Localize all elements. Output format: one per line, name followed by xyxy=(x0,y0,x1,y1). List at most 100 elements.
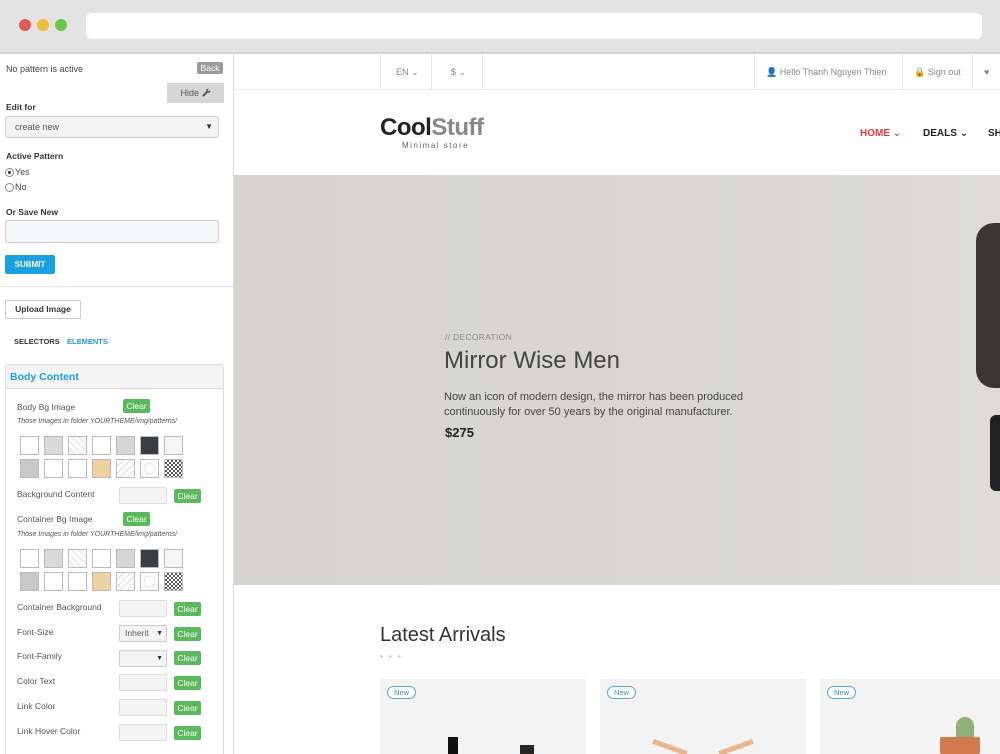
maximize-window-icon[interactable] xyxy=(55,19,67,31)
font-size-select[interactable]: Inherit ▼ xyxy=(119,625,167,642)
pattern-swatch[interactable] xyxy=(44,436,63,455)
product-card[interactable]: New xyxy=(600,679,806,754)
clear-font-family-button[interactable]: Clear xyxy=(174,651,201,665)
save-new-label: Or Save New xyxy=(6,207,58,217)
hide-label: Hide xyxy=(180,88,199,98)
color-text-label: Color Text xyxy=(17,676,56,686)
hide-button[interactable]: Hide xyxy=(167,83,224,103)
pattern-swatch[interactable] xyxy=(20,549,39,568)
font-family-select[interactable]: ▼ xyxy=(119,650,167,667)
clear-color-text-button[interactable]: Clear xyxy=(174,676,201,690)
product-image xyxy=(652,738,688,754)
radio-unchecked-icon[interactable] xyxy=(5,182,14,192)
pattern-swatch[interactable] xyxy=(20,572,39,591)
lock-icon: 🔒 xyxy=(914,67,926,77)
product-image xyxy=(448,737,458,754)
nav-home[interactable]: HOME ⌄ xyxy=(860,128,901,139)
mirror-image xyxy=(976,223,1000,388)
product-image xyxy=(520,745,534,754)
color-text-field[interactable] xyxy=(119,674,167,691)
pattern-swatch[interactable] xyxy=(140,459,159,478)
product-card[interactable]: New xyxy=(820,679,1000,754)
browser-chrome xyxy=(0,0,1000,53)
pattern-swatch[interactable] xyxy=(92,572,111,591)
radio-no[interactable]: No xyxy=(5,182,27,192)
plant-pot-image xyxy=(940,737,980,754)
greeting-text: Hello Thanh Nguyen Thien xyxy=(779,67,887,77)
pattern-swatch[interactable] xyxy=(68,572,87,591)
language-dropdown[interactable]: EN ⌄ xyxy=(396,67,419,78)
pattern-swatch[interactable] xyxy=(140,549,159,568)
wrench-icon xyxy=(201,88,210,97)
top-bar: EN ⌄ $ ⌄ 👤 Hello Thanh Nguyen Thien 🔒 Si… xyxy=(234,54,1000,90)
pattern-swatch[interactable] xyxy=(44,549,63,568)
tab-selectors[interactable]: SELECTORS xyxy=(14,337,60,346)
pattern-swatch[interactable] xyxy=(140,436,159,455)
pattern-swatch[interactable] xyxy=(164,459,183,478)
pattern-swatch[interactable] xyxy=(116,572,135,591)
upload-image-button[interactable]: Upload Image xyxy=(5,300,81,319)
radio-checked-icon[interactable] xyxy=(5,167,14,177)
pattern-swatch[interactable] xyxy=(164,549,183,568)
pattern-swatch[interactable] xyxy=(116,436,135,455)
user-icon: 👤 xyxy=(766,67,778,77)
signout-link[interactable]: 🔒 Sign out xyxy=(914,67,961,78)
pattern-swatch[interactable] xyxy=(164,436,183,455)
pattern-swatch[interactable] xyxy=(92,549,111,568)
product-image xyxy=(718,738,754,754)
tab-elements[interactable]: ELEMENTS xyxy=(67,337,108,346)
link-hover-color-label: Link Hover Color xyxy=(17,726,81,736)
clear-container-bg-button[interactable]: Clear xyxy=(123,512,150,526)
pattern-swatch[interactable] xyxy=(20,436,39,455)
close-window-icon[interactable] xyxy=(19,19,31,31)
background-content-field[interactable] xyxy=(119,487,167,504)
clear-font-size-button[interactable]: Clear xyxy=(174,627,201,641)
nav-deals[interactable]: DEALS ⌄ xyxy=(923,128,968,139)
minimize-window-icon[interactable] xyxy=(37,19,49,31)
clear-body-bg-button[interactable]: Clear xyxy=(123,399,150,413)
chevron-down-icon: ⌄ xyxy=(959,128,969,139)
hero-description: Now an icon of modern design, the mirror… xyxy=(444,391,744,418)
clear-background-content-button[interactable]: Clear xyxy=(174,489,201,503)
pattern-swatch[interactable] xyxy=(92,459,111,478)
pattern-swatch[interactable] xyxy=(44,572,63,591)
hero-banner: // DECORATION Mirror Wise Men Now an ico… xyxy=(234,175,1000,585)
pattern-swatch[interactable] xyxy=(68,459,87,478)
edit-for-select[interactable]: create new ▼ xyxy=(5,116,219,138)
body-content-card: Body Content Body Bg Image Clear Those I… xyxy=(5,364,224,754)
radio-yes[interactable]: Yes xyxy=(5,167,30,177)
pattern-swatch[interactable] xyxy=(116,549,135,568)
separator xyxy=(380,54,381,90)
heart-icon[interactable]: ♥ xyxy=(984,67,989,77)
pattern-swatch[interactable] xyxy=(44,459,63,478)
new-badge: New xyxy=(827,686,857,699)
site-logo[interactable]: CoolStuff Minimal store xyxy=(380,116,484,151)
clear-link-hover-color-button[interactable]: Clear xyxy=(174,726,201,740)
pattern-swatch[interactable] xyxy=(68,549,87,568)
pattern-swatch[interactable] xyxy=(68,436,87,455)
container-background-field[interactable] xyxy=(119,600,167,617)
address-bar[interactable] xyxy=(86,13,982,39)
link-color-field[interactable] xyxy=(119,699,167,716)
currency-value: $ xyxy=(451,67,457,77)
body-content-title[interactable]: Body Content xyxy=(6,365,223,389)
pattern-swatch[interactable] xyxy=(140,572,159,591)
product-card[interactable]: New xyxy=(380,679,586,754)
chevron-down-icon: ⌄ xyxy=(458,67,467,77)
nav-shop-partial[interactable]: SH xyxy=(988,128,1000,139)
pattern-swatch[interactable] xyxy=(20,459,39,478)
save-new-input[interactable] xyxy=(5,220,219,243)
account-link[interactable]: 👤 Hello Thanh Nguyen Thien xyxy=(766,67,886,78)
pattern-swatch[interactable] xyxy=(92,436,111,455)
clear-link-color-button[interactable]: Clear xyxy=(174,701,201,715)
link-hover-color-field[interactable] xyxy=(119,724,167,741)
hero-title[interactable]: Mirror Wise Men xyxy=(444,347,620,375)
submit-button[interactable]: SUBMIT xyxy=(5,255,55,274)
currency-dropdown[interactable]: $ ⌄ xyxy=(451,67,466,78)
edit-for-value: create new xyxy=(15,122,60,132)
pattern-swatch[interactable] xyxy=(164,572,183,591)
back-button[interactable]: Back xyxy=(197,62,223,74)
clear-container-background-button[interactable]: Clear xyxy=(174,602,201,616)
pattern-swatch[interactable] xyxy=(116,459,135,478)
section-dots: • • • xyxy=(380,652,403,661)
